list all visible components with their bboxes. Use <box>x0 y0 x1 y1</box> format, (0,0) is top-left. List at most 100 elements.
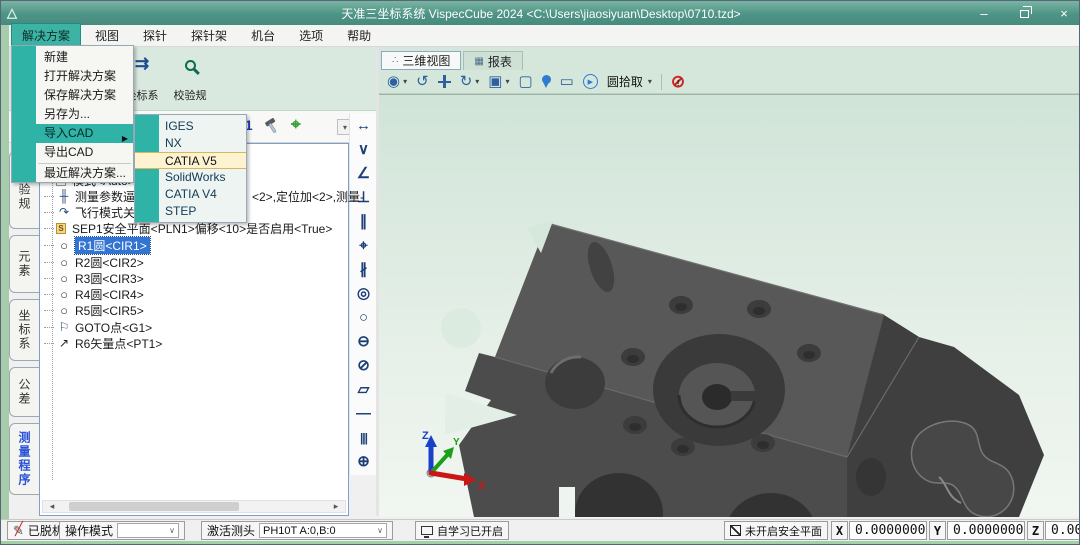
position-icon[interactable]: ⌖ <box>350 235 377 257</box>
safety-plane-status[interactable]: 未开启安全平面 <box>724 521 828 540</box>
tab-3d-view[interactable]: ∴ 三维视图 <box>381 51 461 70</box>
submenu-item-catia-v5[interactable]: CATIA V5 <box>135 152 246 169</box>
submenu-item-solidworks[interactable]: SolidWorks <box>135 169 246 186</box>
cube-caret-icon[interactable]: ▾ <box>505 77 509 86</box>
submenu-item-nx[interactable]: NX <box>135 135 246 152</box>
active-probe-value: PH10T A:0,B:0 <box>263 525 336 537</box>
probe-position-icon[interactable]: ⌖ <box>291 115 301 135</box>
menu-machine[interactable]: 机台 <box>241 24 285 47</box>
tree-item-circle-r3[interactable]: ○ R3圆<CIR3> <box>44 270 144 286</box>
rotate-edit-icon[interactable]: ↻ <box>460 72 473 92</box>
tree-branch <box>44 228 54 229</box>
circle-feature-icon: ○ <box>56 271 72 286</box>
active-probe-group: 激活测头 PH10T A:0,B:0 ∨ <box>201 521 393 540</box>
tree-item-fly-mode[interactable]: ↷ 飞行模式关闭 <box>44 204 147 220</box>
axis-y-value: 0.0000000 <box>953 523 1023 538</box>
tab-report[interactable]: ▦ 报表 <box>463 51 522 70</box>
circle-pick-button[interactable]: 圆拾取 ▾ <box>607 73 652 90</box>
side-tab-tolerance[interactable]: 公差 <box>9 367 39 417</box>
flatness-icon[interactable]: ▱ <box>350 379 377 401</box>
tree-item-goto[interactable]: ⚐ GOTO点<G1> <box>44 319 152 335</box>
window-bottom-border <box>1 541 1080 545</box>
tree-item-circle-r4[interactable]: ○ R4圆<CIR4> <box>44 286 144 302</box>
tree-item-circle-r1[interactable]: ○ R1圆<CIR1> <box>44 237 150 253</box>
orbit-icon[interactable]: ↺ <box>416 72 429 92</box>
tree-item-vector-point[interactable]: ↗ R6矢量点<PT1> <box>44 335 162 351</box>
window-left-border <box>1 25 9 541</box>
parallelism-icon[interactable]: ∥ <box>350 211 377 233</box>
probe-disabled-icon[interactable]: ⊘ ! <box>671 73 685 91</box>
toolbar-separator <box>661 74 662 90</box>
hammer-icon[interactable] <box>263 117 281 140</box>
straightness-icon[interactable]: — <box>350 403 377 425</box>
menu-item-save-solution[interactable]: 保存解决方案 <box>12 86 133 105</box>
select-rect-icon[interactable]: ▭ <box>560 72 574 92</box>
submenu-item-iges[interactable]: IGES <box>135 118 246 135</box>
toolbar-button-gauge[interactable]: 校验规 <box>167 51 213 107</box>
circle-pick-label: 圆拾取 <box>607 73 643 90</box>
self-learn-status[interactable]: 自学习已开启 <box>415 521 509 540</box>
locate-pin-icon[interactable] <box>542 75 551 84</box>
eye-caret-icon[interactable]: ▾ <box>403 77 407 86</box>
tree-item-label: R3圆<CIR3> <box>75 270 144 287</box>
concentricity-icon[interactable]: ◎ <box>350 283 377 305</box>
roundness-icon[interactable]: ○ <box>350 307 377 329</box>
distance-bars-icon[interactable]: ||| <box>350 427 377 449</box>
cube-view-icon[interactable]: ▣ <box>488 72 502 92</box>
submenu-item-catia-v4[interactable]: CATIA V4 <box>135 186 246 203</box>
submenu-item-step[interactable]: STEP <box>135 203 246 220</box>
circle-feature-icon: ○ <box>56 238 72 253</box>
menu-probe[interactable]: 探针 <box>133 24 177 47</box>
tree-horizontal-scrollbar[interactable]: ◂ ▸ <box>42 500 346 513</box>
menu-item-open-solution[interactable]: 打开解决方案 <box>12 67 133 86</box>
menu-item-recent-solutions[interactable]: 最近解决方案... <box>12 164 133 183</box>
symmetry-icon[interactable]: ∦ <box>350 259 377 281</box>
axis-y-value-box: 0.0000000 <box>947 521 1025 540</box>
operation-mode-combo[interactable]: ∨ <box>117 523 179 538</box>
menu-options[interactable]: 选项 <box>289 24 333 47</box>
tree-branch <box>44 294 54 295</box>
cad-part-scene: Z Y X <box>379 95 1080 517</box>
tree-item-circle-r5[interactable]: ○ R5圆<CIR5> <box>44 302 144 318</box>
viewport-3d[interactable]: Z Y X <box>379 94 1080 516</box>
profile-icon[interactable]: ⊖ <box>350 331 377 353</box>
scroll-right-icon[interactable]: ▸ <box>329 501 343 512</box>
eye-icon[interactable]: ◉ <box>387 72 400 92</box>
tree-item-circle-r2[interactable]: ○ R2圆<CIR2> <box>44 254 144 270</box>
active-probe-combo[interactable]: PH10T A:0,B:0 ∨ <box>259 523 387 538</box>
scroll-left-icon[interactable]: ◂ <box>45 501 59 512</box>
tree-branch <box>44 310 54 311</box>
rotate-caret-icon[interactable]: ▾ <box>475 77 479 86</box>
scrollbar-thumb[interactable] <box>69 502 239 511</box>
circle-feature-icon: ○ <box>56 287 72 302</box>
menu-item-save-as[interactable]: 另存为... <box>12 105 133 124</box>
menu-item-new[interactable]: 新建 <box>12 48 133 67</box>
circle-feature-icon: ○ <box>56 255 72 270</box>
tree-item-label: R6矢量点<PT1> <box>75 335 162 352</box>
menu-help[interactable]: 帮助 <box>337 24 381 47</box>
cylindricity-icon[interactable]: ⊕ <box>350 451 377 473</box>
menu-item-import-cad[interactable]: 导入CAD ▶ <box>12 124 133 143</box>
restore-button[interactable] <box>1015 6 1033 21</box>
close-button[interactable]: × <box>1055 6 1073 21</box>
fit-view-icon[interactable]: ▢ <box>518 72 532 92</box>
axis-y-label-box: Y <box>929 521 946 540</box>
circle-feature-icon: ○ <box>56 303 72 318</box>
side-tab-coordsys[interactable]: 坐标系 <box>9 299 39 361</box>
minimize-button[interactable]: – <box>975 6 993 21</box>
runout-icon[interactable]: ⊘ <box>350 355 377 377</box>
menu-probe-rack[interactable]: 探针架 <box>181 24 237 47</box>
self-learn-icon <box>421 526 433 535</box>
angle-icon[interactable]: ∠ <box>350 163 377 185</box>
angle-between-icon[interactable]: ∨ <box>350 139 377 161</box>
distance-icon[interactable]: ↔ <box>350 115 377 137</box>
menu-view[interactable]: 视图 <box>85 24 129 47</box>
view-panel: ∴ 三维视图 ▦ 报表 ◉ ▾ ↺ ↻ ▾ ▣ ▾ ▢ ▭ ▶ 圆拾取 ▾ <box>379 47 1080 516</box>
import-cad-submenu: IGES NX CATIA V5 SolidWorks CATIA V4 STE… <box>134 114 247 223</box>
pan-icon[interactable] <box>438 75 451 88</box>
run-icon[interactable]: ▶ <box>583 74 598 89</box>
menu-item-export-cad[interactable]: 导出CAD <box>12 143 133 162</box>
side-tab-measure-program[interactable]: 测量程序 <box>9 423 39 495</box>
side-tab-elements[interactable]: 元素 <box>9 235 39 293</box>
view-tab-bar: ∴ 三维视图 ▦ 报表 <box>381 51 523 70</box>
